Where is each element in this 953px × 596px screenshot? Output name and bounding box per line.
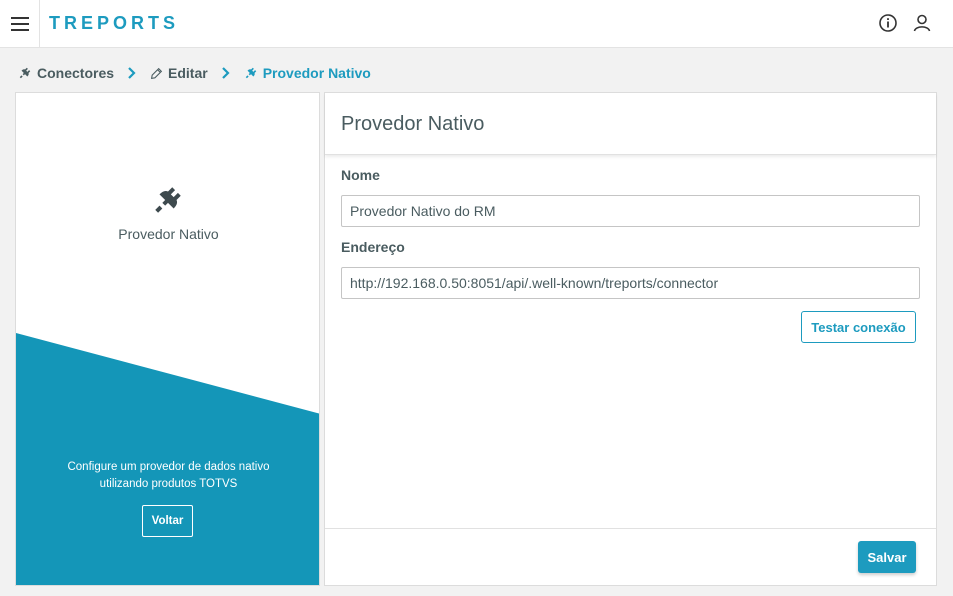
back-button[interactable]: Voltar: [142, 505, 193, 537]
app-title: TREPORTS: [49, 13, 180, 33]
pencil-icon: [150, 67, 163, 79]
form-header: Provedor Nativo: [325, 93, 936, 155]
top-bar: TREPORTS: [0, 0, 953, 48]
breadcrumb-label: Provedor Nativo: [262, 65, 371, 81]
save-button[interactable]: Salvar: [858, 541, 916, 573]
form-footer-divider: [325, 528, 936, 529]
info-icon: [879, 14, 897, 32]
chevron-right-icon: [127, 67, 137, 79]
plug-icon: [19, 67, 31, 79]
breadcrumb-provedor-nativo[interactable]: Provedor Nativo: [244, 65, 371, 81]
address-label: Endereço: [341, 239, 405, 255]
hamburger-icon: [10, 16, 29, 31]
connector-form: Provedor Nativo Nome Endereço Testar con…: [324, 92, 937, 586]
info-button[interactable]: [877, 12, 899, 34]
provider-card: Provedor Nativo Configure um provedor de…: [15, 92, 320, 586]
breadcrumb-label: Conectores: [37, 65, 115, 81]
provider-description: Configure um provedor de dados nativo ut…: [46, 459, 291, 493]
breadcrumb-conectores[interactable]: Conectores: [18, 65, 114, 81]
user-icon: [913, 14, 931, 32]
test-connection-button[interactable]: Testar conexão: [801, 311, 916, 343]
address-input[interactable]: [341, 267, 920, 299]
form-title: Provedor Nativo: [341, 113, 485, 135]
chevron-right-icon: [221, 67, 231, 79]
name-label: Nome: [341, 167, 380, 183]
description-line: utilizando produtos TOTVS: [99, 478, 238, 490]
user-button[interactable]: [911, 12, 933, 34]
breadcrumb: Conectores Editar Provedor Nativo: [18, 63, 371, 83]
breadcrumb-editar[interactable]: Editar: [150, 65, 208, 81]
name-input[interactable]: [341, 195, 920, 227]
breadcrumb-label: Editar: [168, 65, 208, 81]
menu-button[interactable]: [0, 0, 40, 47]
plug-icon: [245, 67, 256, 79]
plug-icon: [155, 187, 181, 213]
description-line: Configure um provedor de dados nativo: [67, 461, 270, 473]
provider-name: Provedor Nativo: [118, 226, 219, 242]
